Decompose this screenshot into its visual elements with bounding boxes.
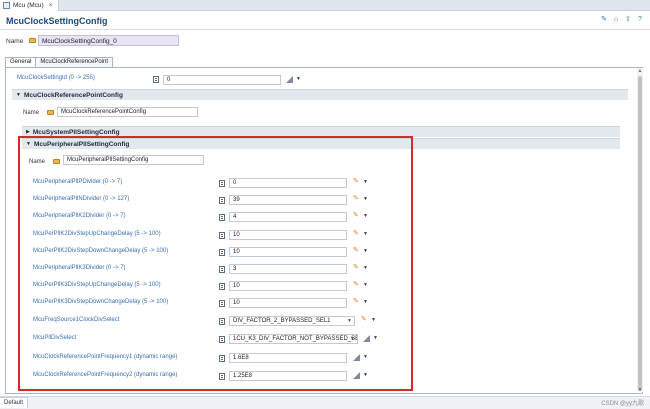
tab-mcu-clock-reference-point[interactable]: McuClockReferencePoint [36,57,114,67]
expand-toggle-icon[interactable]: ▼ [16,92,21,98]
bottom-tab-strip [0,396,650,409]
parameter-icon [153,76,159,83]
editor-tab-mcu[interactable]: Mcu (Mcu) × [0,0,59,11]
name-field[interactable]: McuClockSettingConfig_0 [38,35,179,46]
editor-tab-strip [0,0,650,11]
pencil-icon[interactable]: ✎ [600,15,608,23]
scroll-up-icon[interactable]: ▲ [637,68,643,75]
file-icon [3,2,10,9]
help-icon[interactable]: ? [636,15,644,23]
highlight-box [18,136,413,391]
expand-toggle-icon[interactable]: ▶ [26,129,30,135]
config-tab-bar: General McuClockReferencePoint [5,57,114,67]
reference-point-name-label: Name [23,110,40,116]
calculated-value-icon[interactable] [286,76,293,83]
page-title: McuClockSettingConfig [6,16,108,26]
close-icon[interactable]: × [49,2,53,9]
section-title: McuClockReferencePointConfig [23,91,123,99]
header-toolbar: ✎ ⌂ ⇧ ? [600,15,644,24]
tab-general[interactable]: General [5,57,37,67]
section-reference-point[interactable]: ▼ McuClockReferencePointConfig [12,89,628,100]
setting-id-label: McuClockSettingId (0 -> 255) [17,75,95,81]
scrollbar-thumb[interactable] [638,76,642,391]
section-title: McuSystemPllSettingConfig [32,128,120,136]
tab-default[interactable]: Default [0,397,29,408]
header-divider [0,29,650,30]
scroll-down-icon[interactable]: ▼ [637,387,643,394]
reference-point-name-field[interactable]: McuClockReferencePointConfig [57,107,198,117]
editor-tab-label: Mcu (Mcu) [13,2,44,9]
watermark: CSDN @yy九歌 [601,401,644,407]
setting-id-field[interactable]: 0 [163,75,281,85]
up-arrow-icon[interactable]: ⇧ [624,15,632,23]
folder-icon [47,110,54,115]
options-caret-icon[interactable]: ▼ [296,75,301,83]
folder-icon [29,38,36,43]
name-label: Name [6,38,24,45]
home-icon[interactable]: ⌂ [612,15,620,23]
